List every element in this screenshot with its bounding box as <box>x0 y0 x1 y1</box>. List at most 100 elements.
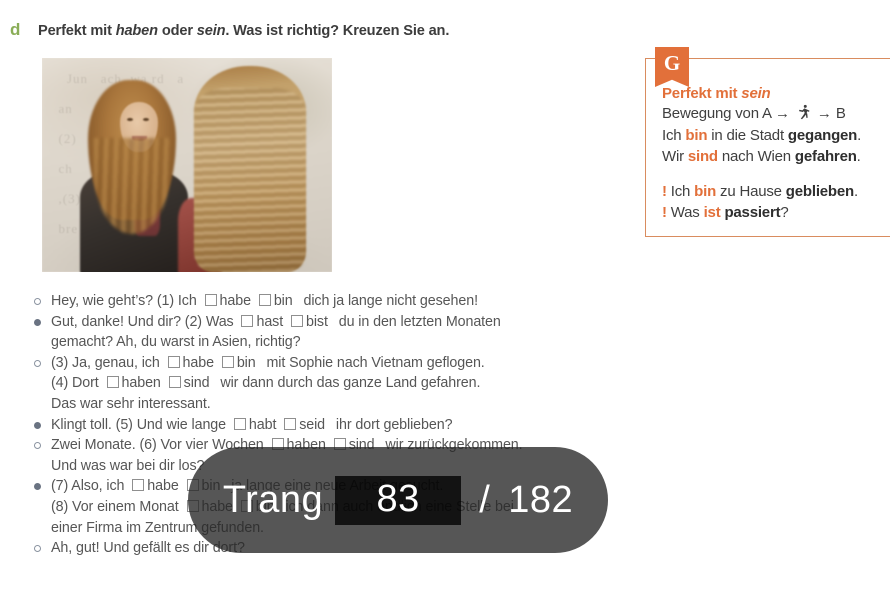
photo-woman-right-hair-strands <box>194 88 306 272</box>
answer-checkbox[interactable] <box>258 294 271 306</box>
dialogue-text: ihr dort geblieben? <box>335 416 453 433</box>
dialogue-text: haben <box>121 375 161 392</box>
task-instruction-part3: . Was ist richtig? Kreuzen Sie an. <box>225 23 450 39</box>
task-instruction: Perfekt mit haben oder sein. Was ist ric… <box>38 23 449 39</box>
grammar-exception-1-c: . <box>854 182 858 200</box>
answer-checkbox[interactable] <box>168 376 181 389</box>
grammar-example-1-aux: bin <box>685 126 708 144</box>
grammar-exception-2-aux: ist <box>703 204 721 221</box>
grammar-arrow-1: → <box>774 105 790 122</box>
dialogue-continuation: gemacht? Ah, du warst in Asien, richtig? <box>51 334 301 351</box>
grammar-exception-1: ! Ich bin zu Hause geblieben. <box>662 181 890 203</box>
grammar-badge-icon: G <box>655 47 689 87</box>
task-instruction-sein: sein <box>196 23 226 39</box>
answer-checkbox[interactable] <box>132 479 145 492</box>
speaker-bullet-open <box>34 435 51 450</box>
answer-checkbox[interactable] <box>284 417 297 430</box>
grammar-example-2-participle: gefahren <box>794 148 857 165</box>
speaker-bullet-open <box>34 291 51 305</box>
dialogue-text: habe <box>147 478 179 495</box>
speaker-bullet-filled <box>34 476 51 491</box>
grammar-exception-1-participle: geblieben <box>785 182 854 200</box>
dialogue-text: wir dann durch das ganze Land gefahren. <box>220 375 481 392</box>
dialogue-text: bin <box>273 293 293 309</box>
dialogue-text: (7) Also, ich <box>51 478 125 495</box>
photo-woman-left-eye-right <box>143 118 149 121</box>
dialogue-text: bist <box>305 313 328 330</box>
task-instruction-part2: oder <box>157 23 197 39</box>
dialogue-text: (8) Vor einem Monat <box>51 498 179 515</box>
dialogue-text: habe <box>219 293 252 309</box>
grammar-exception-2: ! Was ist passiert? <box>662 202 890 224</box>
grammar-example-2-aux: sind <box>687 148 718 165</box>
answer-checkbox[interactable] <box>221 355 234 368</box>
speaker-bullet-filled <box>34 415 51 429</box>
dialogue-text: du in den letzten Monaten <box>338 313 501 330</box>
answer-checkbox[interactable] <box>233 417 246 430</box>
grammar-exception-2-a: Was <box>666 204 704 221</box>
dialogue-line: Klingt toll. (5) Und wie lange habt seid… <box>34 415 694 436</box>
dialogue-text: mit Sophie nach Vietnam geflogen. <box>266 354 485 371</box>
grammar-box-title: Perfekt mit sein <box>662 85 890 102</box>
grammar-exception-1-b: zu Hause <box>716 182 786 200</box>
grammar-example-1-b: in die Stadt <box>707 126 788 144</box>
grammar-example-1: Ich bin in die Stadt gegangen. <box>662 125 890 147</box>
grammar-spacer <box>662 168 890 181</box>
answer-checkbox[interactable] <box>241 314 254 327</box>
page-label: Trang <box>222 478 324 521</box>
grammar-motion-post: B <box>831 105 846 122</box>
dialogue-line: Hey, wie geht’s? (1) Ich habe bin dich j… <box>34 291 694 312</box>
dialogue-text: (3) Ja, genau, ich <box>51 354 160 371</box>
grammar-example-1-participle: gegangen <box>787 126 858 144</box>
grammar-exception-1-a: Ich <box>666 182 695 200</box>
task-instruction-haben: haben <box>115 23 158 39</box>
page-total-count: 182 <box>508 478 574 521</box>
grammar-motion-line: Bewegung von A → → B <box>662 103 890 125</box>
speaker-bullet-filled <box>34 312 51 326</box>
page-number-input[interactable]: 83 <box>335 475 462 525</box>
grammar-example-1-c: . <box>857 126 862 144</box>
dialogue-sentence: Klingt toll. (5) Und wie lange habt seid… <box>51 415 694 436</box>
answer-checkbox[interactable] <box>167 355 180 368</box>
grammar-info-box: G Perfekt mit sein Bewegung von A → → B … <box>645 47 890 237</box>
grammar-example-2: Wir sind nach Wien gefahren. <box>662 146 890 168</box>
dialogue-line: (3) Ja, genau, ich habe bin mit Sophie n… <box>34 353 694 415</box>
answer-checkbox[interactable] <box>106 376 119 389</box>
task-instruction-part1: Perfekt mit <box>38 23 116 39</box>
speaker-bullet-open <box>34 538 51 553</box>
dialogue-text: Hey, wie geht’s? (1) Ich <box>51 293 197 309</box>
dialogue-text: habt <box>248 416 277 433</box>
grammar-example-1-a: Ich <box>662 126 686 144</box>
answer-checkbox[interactable] <box>290 314 303 327</box>
running-person-icon <box>798 104 810 120</box>
lesson-photo: Jun ach wa rd a an u ri bei (2) e So ch … <box>42 58 332 272</box>
dialogue-line-text: (3) Ja, genau, ich habe bin mit Sophie n… <box>51 353 694 415</box>
grammar-example-2-a: Wir <box>662 148 688 165</box>
grammar-arrow-2: → <box>816 105 832 122</box>
dialogue-text: hast <box>256 313 284 330</box>
answer-checkbox[interactable] <box>204 294 217 306</box>
task-letter: d <box>10 20 21 39</box>
page-navigation-overlay[interactable]: Trang 83 / 182 <box>188 447 608 553</box>
grammar-exception-1-aux: bin <box>694 182 717 200</box>
dialogue-text: sind <box>183 375 210 392</box>
dialogue-line-text: Gut, danke! Und dir? (2) Was hast bist d… <box>51 312 694 353</box>
dialogue-sentence: (3) Ja, genau, ich habe bin mit Sophie n… <box>51 353 694 374</box>
grammar-motion-pre: Bewegung von A <box>662 105 775 122</box>
grammar-exception-2-participle: passiert <box>724 204 781 221</box>
dialogue-text: Klingt toll. (5) Und wie lange <box>51 416 227 433</box>
dialogue-line: Gut, danke! Und dir? (2) Was hast bist d… <box>34 312 694 353</box>
dialogue-continuation: Das war sehr interessant. <box>51 395 211 412</box>
grammar-example-2-b: nach Wien <box>717 148 795 165</box>
dialogue-text: seid <box>299 416 326 433</box>
dialogue-continuation: (4) Dort haben sind wir dann durch das g… <box>51 373 694 394</box>
dialogue-text: Gut, danke! Und dir? (2) Was <box>51 313 234 330</box>
dialogue-line-text: Klingt toll. (5) Und wie lange habt seid… <box>51 415 694 436</box>
dialogue-text: (4) Dort <box>51 375 99 392</box>
dialogue-line-text: Hey, wie geht’s? (1) Ich habe bin dich j… <box>51 291 694 312</box>
dialogue-text: habe <box>182 354 215 371</box>
dialogue-sentence: Gut, danke! Und dir? (2) Was hast bist d… <box>51 312 694 333</box>
photo-woman-left-eye-left <box>127 118 133 121</box>
task-heading: d Perfekt mit haben oder sein. Was ist r… <box>10 20 650 40</box>
speaker-bullet-open <box>34 353 51 367</box>
